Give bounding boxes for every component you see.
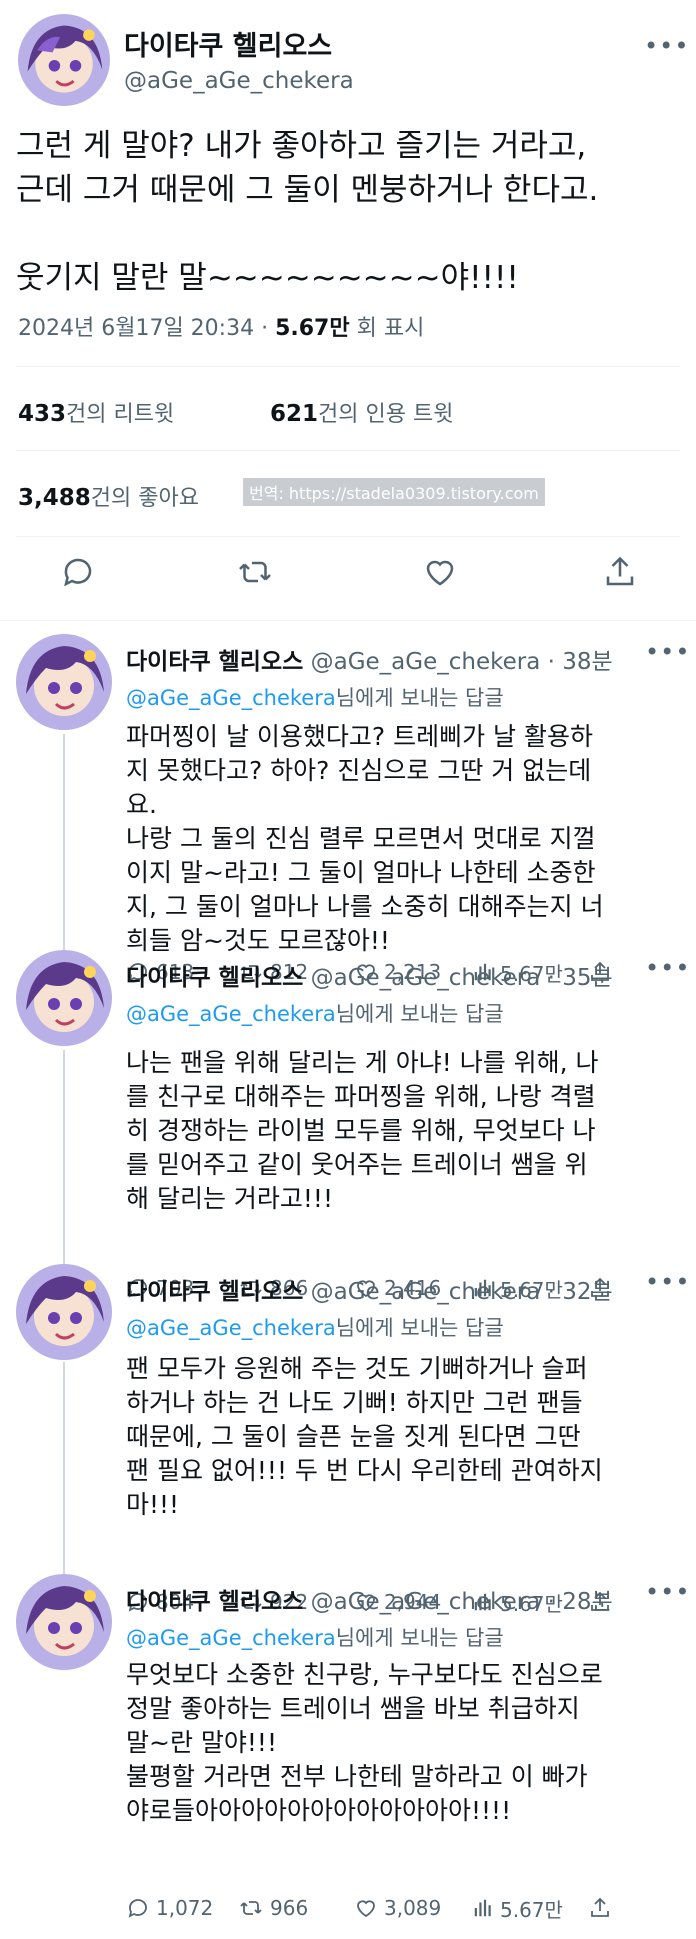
replying-to: @aGe_aGe_chekera님에게 보내는 답글 xyxy=(126,1622,504,1652)
display-name[interactable]: 다이타쿠 헬리오스 xyxy=(126,649,303,675)
like-icon xyxy=(357,1900,375,1918)
retweet-action[interactable]: 966 xyxy=(238,1892,308,1924)
mention-link[interactable]: @aGe_aGe_chekera xyxy=(126,1002,336,1026)
avatar[interactable] xyxy=(16,1264,112,1360)
reply-text: 무엇보다 소중한 친구랑, 누구보다도 진심으로 정말 좋아하는 트레이너 쌤을… xyxy=(126,1660,603,1825)
avatar[interactable] xyxy=(16,950,112,1046)
more-options-icon[interactable]: ••• xyxy=(645,1268,690,1296)
share-icon[interactable] xyxy=(602,554,642,594)
translation-watermark: 번역: https://stadela0309.tistory.com xyxy=(243,478,545,506)
avatar[interactable] xyxy=(16,634,112,730)
display-name[interactable]: 다이타쿠 헬리오스 xyxy=(124,24,332,63)
reply-text: 팬 모두가 응원해 주는 것도 기뻐하거나 슬퍼 하거나 하는 건 나도 기뻐!… xyxy=(126,1354,603,1519)
reply-header: 다이타쿠 헬리오스 @aGe_aGe_chekera · 28분 xyxy=(126,1582,613,1616)
avatar[interactable] xyxy=(18,14,110,106)
more-options-icon[interactable]: ••• xyxy=(645,954,690,982)
view-count-label: 회 표시 xyxy=(349,316,425,341)
reply-text: 나는 팬을 위해 달리는 게 아냐! 나를 위해, 나 를 친구로 대해주는 파… xyxy=(126,1048,599,1213)
retweet-count: 433 xyxy=(18,401,67,427)
retweet-icon[interactable] xyxy=(236,554,276,594)
reply-header: 다이타쿠 헬리오스 @aGe_aGe_chekera · 38분 xyxy=(126,642,613,676)
replying-to-suffix: 님에게 보내는 답글 xyxy=(335,1626,504,1650)
reply-action-bar: 1,072 966 3,089 5.67만 xyxy=(126,1892,686,1928)
quote-count: 621 xyxy=(270,401,319,427)
mention-link[interactable]: @aGe_aGe_chekera xyxy=(126,1316,336,1340)
replying-to: @aGe_aGe_chekera님에게 보내는 답글 xyxy=(126,682,504,712)
divider xyxy=(16,366,680,367)
share-icon xyxy=(591,1897,609,1917)
user-handle-time[interactable]: @aGe_aGe_chekera · 38분 xyxy=(311,649,613,675)
more-options-icon[interactable]: ••• xyxy=(644,32,689,60)
views-icon xyxy=(474,1899,491,1917)
reply-icon xyxy=(128,1899,147,1918)
retweet-icon xyxy=(240,1901,262,1915)
replying-to: @aGe_aGe_chekera님에게 보내는 답글 xyxy=(126,1312,504,1342)
user-handle[interactable]: @aGe_aGe_chekera xyxy=(124,68,354,94)
like-count-label: 건의 좋아요 xyxy=(90,486,199,511)
retweet-count: 966 xyxy=(270,1896,309,1920)
reply-action[interactable]: 1,072 xyxy=(126,1892,213,1924)
replying-to: @aGe_aGe_chekera님에게 보내는 답글 xyxy=(126,998,504,1028)
like-action[interactable]: 3,089 xyxy=(354,1892,441,1924)
divider xyxy=(16,536,680,537)
like-count-stat[interactable]: 3,488건의 좋아요 xyxy=(18,480,199,512)
view-count: 5.67만 xyxy=(500,1897,563,1922)
like-icon[interactable] xyxy=(422,554,462,594)
quote-count-label: 건의 인용 트윗 xyxy=(318,402,454,427)
main-tweet-header: 다이타쿠 헬리오스 @aGe_aGe_chekera ••• xyxy=(16,14,688,106)
reply-header: 다이타쿠 헬리오스 @aGe_aGe_chekera · 32분 xyxy=(126,1272,613,1306)
reply-count: 1,072 xyxy=(156,1896,214,1920)
display-name[interactable]: 다이타쿠 헬리오스 xyxy=(126,1279,303,1305)
more-options-icon[interactable]: ••• xyxy=(645,1578,690,1606)
mention-link[interactable]: @aGe_aGe_chekera xyxy=(126,686,336,710)
display-name[interactable]: 다이타쿠 헬리오스 xyxy=(126,1589,303,1615)
tweet-action-bar xyxy=(16,554,680,604)
retweet-count-stat[interactable]: 433건의 리트윗 xyxy=(18,396,174,428)
replying-to-suffix: 님에게 보내는 답글 xyxy=(335,686,504,710)
mention-link[interactable]: @aGe_aGe_chekera xyxy=(126,1626,336,1650)
views-action[interactable]: 5.67만 xyxy=(472,1892,563,1924)
tweet-timestamp[interactable]: 2024년 6월17일 20:34 · 5.67만 회 표시 xyxy=(18,310,424,342)
avatar[interactable] xyxy=(16,1574,112,1670)
timestamp-text: 2024년 6월17일 20:34 · xyxy=(18,316,276,341)
user-handle-time[interactable]: @aGe_aGe_chekera · 28분 xyxy=(311,1589,613,1615)
share-action[interactable] xyxy=(588,1892,618,1924)
reply-header: 다이타쿠 헬리오스 @aGe_aGe_chekera · 35분 xyxy=(126,958,613,992)
retweet-count-label: 건의 리트윗 xyxy=(66,402,175,427)
tweet-text: 그런 게 말야? 내가 좋아하고 즐기는 거라고, 근데 그거 때문에 그 둘이… xyxy=(16,128,599,296)
divider xyxy=(16,450,680,451)
divider xyxy=(0,620,696,621)
reply-text: 파머찡이 날 이용했다고? 트레삐가 날 활용하 지 못했다고? 하아? 진심으… xyxy=(126,722,604,955)
replying-to-suffix: 님에게 보내는 답글 xyxy=(335,1002,504,1026)
like-count: 3,089 xyxy=(384,1896,442,1920)
reply-icon[interactable] xyxy=(60,554,100,594)
like-count: 3,488 xyxy=(18,485,91,511)
more-options-icon[interactable]: ••• xyxy=(645,638,690,666)
user-handle-time[interactable]: @aGe_aGe_chekera · 35분 xyxy=(311,965,613,991)
quote-count-stat[interactable]: 621건의 인용 트윗 xyxy=(270,396,453,428)
replying-to-suffix: 님에게 보내는 답글 xyxy=(335,1316,504,1340)
user-handle-time[interactable]: @aGe_aGe_chekera · 32분 xyxy=(311,1279,613,1305)
view-count: 5.67만 xyxy=(275,316,350,341)
display-name[interactable]: 다이타쿠 헬리오스 xyxy=(126,965,303,991)
